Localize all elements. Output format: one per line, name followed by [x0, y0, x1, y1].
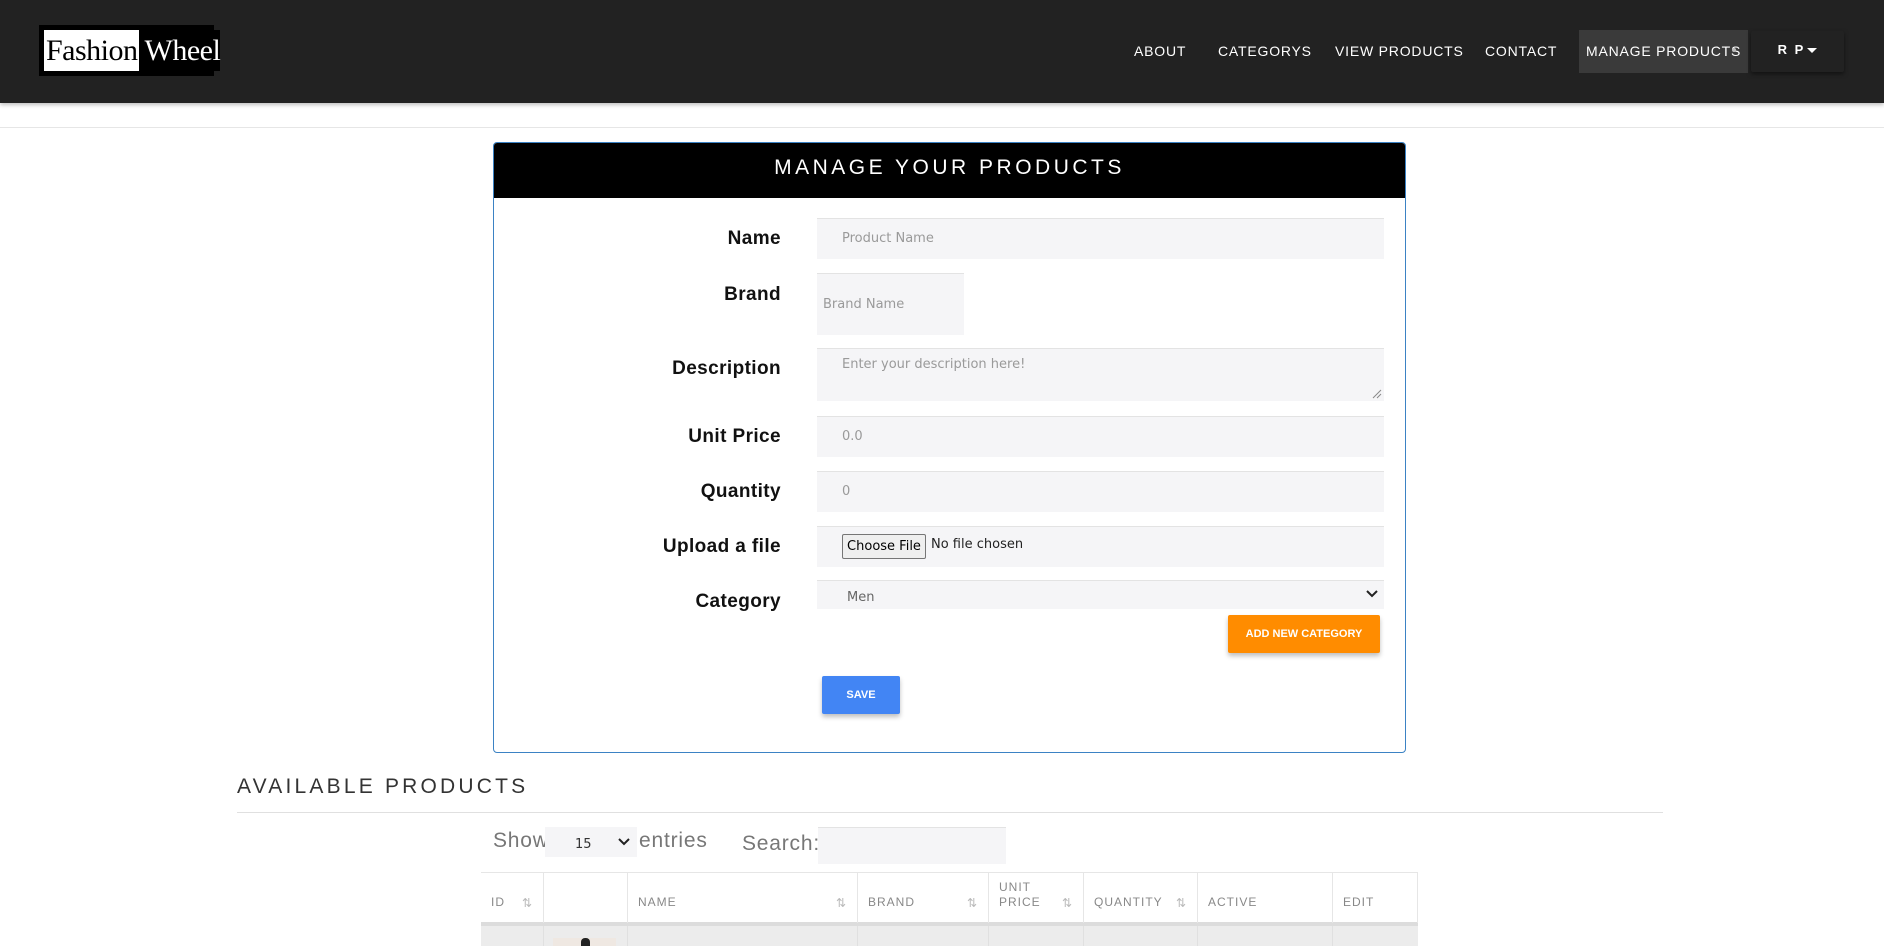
table-cell-divider	[1197, 926, 1198, 946]
sort-icon: ⇅	[521, 896, 533, 910]
column-header-id[interactable]: ID ⇅	[481, 873, 543, 923]
table-cell-divider	[857, 926, 858, 946]
quantity-input[interactable]: 0	[817, 471, 1384, 512]
nav-about[interactable]: ABOUT	[1134, 30, 1186, 73]
sort-icon: ⇅	[1061, 896, 1073, 910]
description-placeholder: Enter your description here!	[842, 357, 1026, 372]
nav-manage-products[interactable]: MANAGE PRODUCTS	[1579, 30, 1749, 73]
search-label: Search:	[742, 832, 820, 855]
category-select[interactable]: Men	[817, 580, 1384, 609]
column-header-name[interactable]: NAME ⇅	[627, 873, 857, 923]
available-products-title: AVAILABLE PRODUCTS	[237, 775, 529, 798]
table-cell-divider	[988, 926, 989, 946]
column-header-edit[interactable]: EDIT	[1332, 873, 1418, 923]
table-cell-divider	[543, 926, 544, 946]
unit-price-input[interactable]: 0.0	[817, 416, 1384, 457]
chevron-down-icon	[1366, 590, 1378, 598]
product-name-input[interactable]: Product Name	[817, 218, 1384, 259]
description-label: Description	[672, 358, 781, 379]
products-table-header: ID ⇅ NAME ⇅ BRAND ⇅ UNIT PRICE ⇅ QUANTIT…	[481, 872, 1418, 926]
category-selected-value: Men	[847, 590, 875, 605]
sort-icon: ⇅	[1175, 896, 1187, 910]
panel-title: MANAGE YOUR PRODUCTS	[494, 143, 1405, 198]
column-header-image	[543, 873, 627, 923]
table-cell-divider	[1083, 926, 1084, 946]
logo-text-left: Fashion	[44, 30, 139, 71]
section-divider	[237, 812, 1663, 813]
show-label: Show	[493, 829, 549, 852]
column-header-unit-price[interactable]: UNIT PRICE ⇅	[988, 873, 1083, 923]
logo-text-right: Wheel	[138, 30, 221, 71]
entries-per-page-select[interactable]: 15	[545, 827, 637, 857]
table-row[interactable]	[481, 926, 1418, 946]
user-menu-button[interactable]: R P	[1751, 31, 1844, 72]
nav-contact[interactable]: CONTACT	[1485, 30, 1557, 73]
category-label: Category	[695, 591, 781, 612]
caret-down-icon	[1807, 48, 1818, 54]
add-new-category-button[interactable]: ADD NEW CATEGORY	[1228, 615, 1380, 653]
resize-handle-icon[interactable]	[1372, 389, 1382, 399]
sort-icon: ⇅	[966, 896, 978, 910]
column-header-brand[interactable]: BRAND ⇅	[857, 873, 988, 923]
column-header-quantity[interactable]: QUANTITY ⇅	[1083, 873, 1197, 923]
sort-icon: ⇅	[835, 896, 847, 910]
table-cell-divider	[1332, 926, 1333, 946]
column-header-active[interactable]: ACTIVE	[1197, 873, 1332, 923]
navbar: Fashion Wheel ABOUT CATEGORYS VIEW PRODU…	[0, 0, 1884, 103]
brand-name-input[interactable]: Brand Name	[817, 273, 964, 335]
table-search-input[interactable]	[818, 827, 1006, 864]
entries-label: entries	[639, 829, 708, 852]
quantity-label: Quantity	[700, 481, 781, 502]
save-button[interactable]: SAVE	[822, 676, 900, 714]
nav-separator-dot	[1732, 48, 1736, 52]
brand-logo[interactable]: Fashion Wheel	[39, 25, 221, 76]
upload-label: Upload a file	[662, 536, 781, 557]
unit-price-label: Unit Price	[688, 426, 781, 447]
user-initials: R P	[1777, 42, 1806, 57]
brand-label: Brand	[724, 284, 781, 305]
table-cell-divider	[627, 926, 628, 946]
no-file-text: No file chosen	[931, 537, 1024, 552]
name-label: Name	[727, 228, 781, 249]
product-thumbnail	[553, 938, 616, 946]
chevron-down-icon	[618, 838, 630, 846]
choose-file-button[interactable]: Choose File	[842, 534, 926, 559]
nav-view-products[interactable]: VIEW PRODUCTS	[1335, 30, 1464, 73]
page-divider	[0, 127, 1884, 128]
description-textarea[interactable]: Enter your description here!	[817, 348, 1384, 401]
entries-selected-value: 15	[575, 837, 592, 852]
nav-categorys[interactable]: CATEGORYS	[1218, 30, 1312, 73]
